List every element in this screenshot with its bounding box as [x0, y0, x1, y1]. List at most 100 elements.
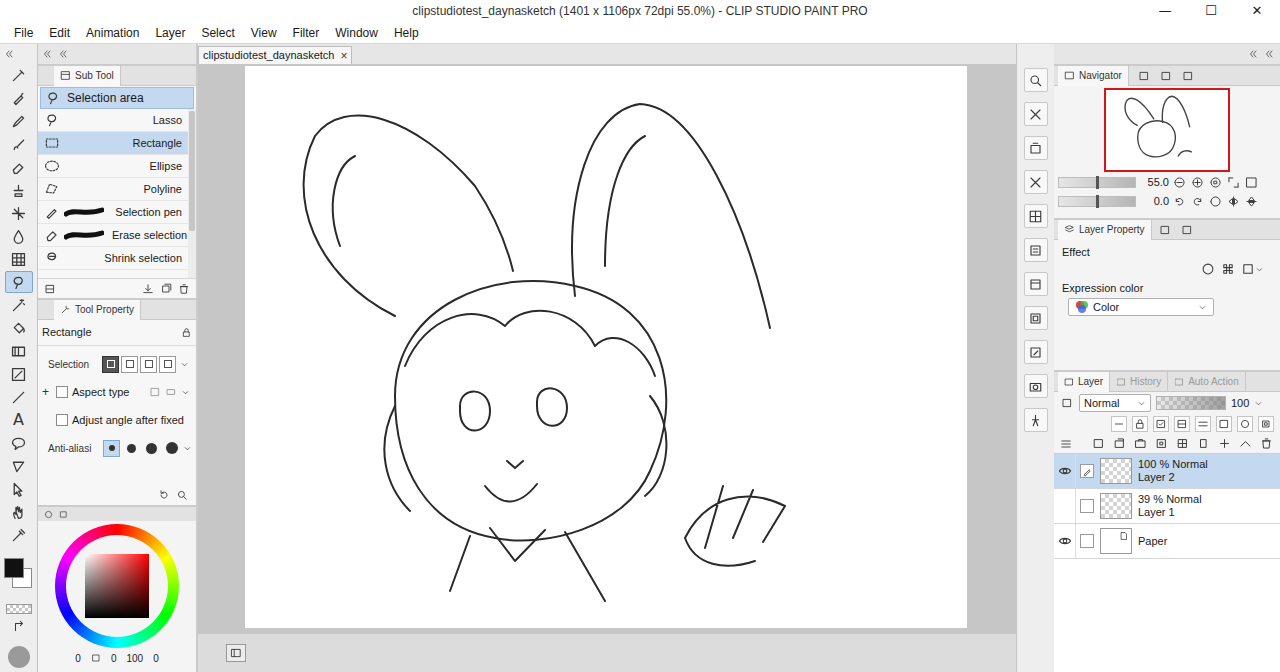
visibility-toggle[interactable] [1054, 489, 1076, 523]
panel-tab[interactable]: Layer Property [1058, 220, 1152, 240]
command-button[interactable] [1024, 102, 1048, 126]
opacity-slider[interactable] [1156, 396, 1226, 410]
rotate-right-button[interactable] [1190, 194, 1205, 209]
expander[interactable]: + [42, 386, 52, 398]
layer-option-button[interactable] [1237, 416, 1253, 432]
rotation-slider[interactable] [1058, 196, 1136, 207]
hue-ring[interactable] [55, 524, 179, 648]
visibility-toggle[interactable] [1054, 524, 1076, 558]
command-button[interactable] [1024, 136, 1048, 160]
grid-tool-button[interactable] [5, 248, 33, 270]
layer-option-button[interactable] [1258, 416, 1274, 432]
airbrush-tool-button[interactable] [5, 202, 33, 224]
blend-mode-dropdown[interactable]: Normal [1079, 394, 1151, 412]
layer-command-button[interactable] [1132, 436, 1148, 452]
layer-panel-tab[interactable]: Auto Action [1168, 372, 1246, 392]
nav-c-button[interactable] [1181, 69, 1195, 83]
brush-tool-button[interactable] [5, 133, 33, 155]
menu-item[interactable]: View [243, 22, 285, 44]
menu-item[interactable]: Edit [41, 22, 78, 44]
eyedropper-tool-button[interactable] [5, 524, 33, 546]
brush-small-tool-button[interactable] [5, 64, 33, 86]
command-button[interactable] [1024, 170, 1048, 194]
menu-item[interactable]: Window [327, 22, 386, 44]
command-button[interactable] [1024, 306, 1048, 330]
hand-tool-button[interactable] [5, 501, 33, 523]
layer-command-button[interactable] [1237, 436, 1253, 452]
actual-size-button[interactable] [1208, 175, 1223, 190]
lp-a-button[interactable] [1158, 223, 1172, 237]
anti-aliasing-option[interactable] [143, 440, 160, 457]
lp-b-button[interactable] [1180, 223, 1194, 237]
menu-item[interactable]: Animation [78, 22, 147, 44]
gradient-tool-button[interactable] [5, 340, 33, 362]
transparent-swatch[interactable] [6, 604, 32, 614]
lasso-tool-button[interactable] [5, 271, 33, 293]
close-tab-button[interactable]: × [340, 50, 347, 62]
menu-item[interactable]: Filter [285, 22, 328, 44]
layer-command-button[interactable] [1174, 436, 1190, 452]
command-button[interactable] [1024, 272, 1048, 296]
magic-wand-tool-button[interactable] [5, 294, 33, 316]
checkbox[interactable] [56, 414, 68, 426]
fill-bucket-tool-button[interactable] [5, 317, 33, 339]
panel-tab[interactable]: Sub Tool [54, 66, 121, 86]
layer-row[interactable]: 39 % NormalLayer 1 [1054, 489, 1280, 524]
layer-command-button[interactable] [1195, 436, 1211, 452]
panel-tab[interactable]: Navigator [1058, 66, 1129, 86]
edit-target-toggle[interactable] [1080, 534, 1094, 548]
pen-tool-button[interactable] [5, 87, 33, 109]
eraser-tool-button[interactable] [5, 156, 33, 178]
slider-thumb[interactable] [1096, 176, 1099, 189]
selection-mode-button[interactable] [102, 356, 119, 373]
line-tool-button[interactable] [5, 386, 33, 408]
close-button[interactable]: ✕ [1234, 0, 1280, 22]
blend-tool-button[interactable] [5, 225, 33, 247]
slider-thumb[interactable] [1096, 195, 1099, 208]
minimize-button[interactable]: — [1142, 0, 1188, 22]
layer-mode-button[interactable] [1060, 396, 1074, 410]
effect-dropdown[interactable] [1241, 262, 1264, 276]
layer-command-button[interactable] [1153, 436, 1169, 452]
operation-tool-button[interactable] [5, 478, 33, 500]
scrollbar[interactable] [188, 109, 196, 278]
scrollbar-thumb[interactable] [189, 111, 195, 231]
selection-mode-button[interactable] [140, 356, 157, 373]
checkbox[interactable] [56, 386, 68, 398]
edit-target-toggle[interactable] [1080, 464, 1094, 478]
correction-tool-button[interactable] [5, 455, 33, 477]
command-button[interactable] [1024, 340, 1048, 364]
layer-option-button[interactable] [1153, 416, 1169, 432]
decoration-tool-button[interactable] [5, 179, 33, 201]
zoom-slider[interactable] [1058, 177, 1136, 188]
menu-item[interactable]: Layer [147, 22, 193, 44]
layer-option-button[interactable] [1216, 416, 1232, 432]
sub-tool-item[interactable]: Rectangle [38, 132, 188, 155]
command-button[interactable] [1024, 238, 1048, 262]
sub-tool-item[interactable]: Shrink selection [38, 247, 188, 270]
navigator-preview[interactable] [1104, 88, 1230, 172]
sub-tool-item[interactable]: Erase selection [38, 224, 188, 247]
command-button[interactable] [1024, 204, 1048, 228]
reset-rotation-button[interactable] [1208, 194, 1223, 209]
selection-mode-button[interactable] [121, 356, 138, 373]
pencil-tool-button[interactable] [5, 110, 33, 132]
layer-option-button[interactable] [1132, 416, 1148, 432]
brush-size-indicator[interactable] [8, 646, 30, 668]
nav-a-button[interactable] [1137, 69, 1151, 83]
maximize-button[interactable]: ☐ [1188, 0, 1234, 22]
sub-tool-item[interactable]: Ellipse [38, 155, 188, 178]
command-button[interactable] [1024, 408, 1048, 432]
layer-option-button[interactable] [1174, 416, 1190, 432]
balloon-tool-button[interactable] [5, 432, 33, 454]
layer-command-button[interactable] [1111, 436, 1127, 452]
layer-command-button[interactable] [1090, 436, 1106, 452]
anti-aliasing-option[interactable] [123, 440, 140, 457]
document-tab[interactable]: clipstudiotest_daynasketch× [198, 46, 352, 64]
flip-horizontal-button[interactable] [1226, 194, 1241, 209]
anti-aliasing-option[interactable] [163, 440, 180, 457]
text-tool-button[interactable]: A [5, 409, 33, 431]
layer-row[interactable]: 100 % NormalLayer 2 [1054, 454, 1280, 489]
zoom-out-button[interactable] [1172, 175, 1187, 190]
layer-command-button[interactable] [1258, 436, 1274, 452]
